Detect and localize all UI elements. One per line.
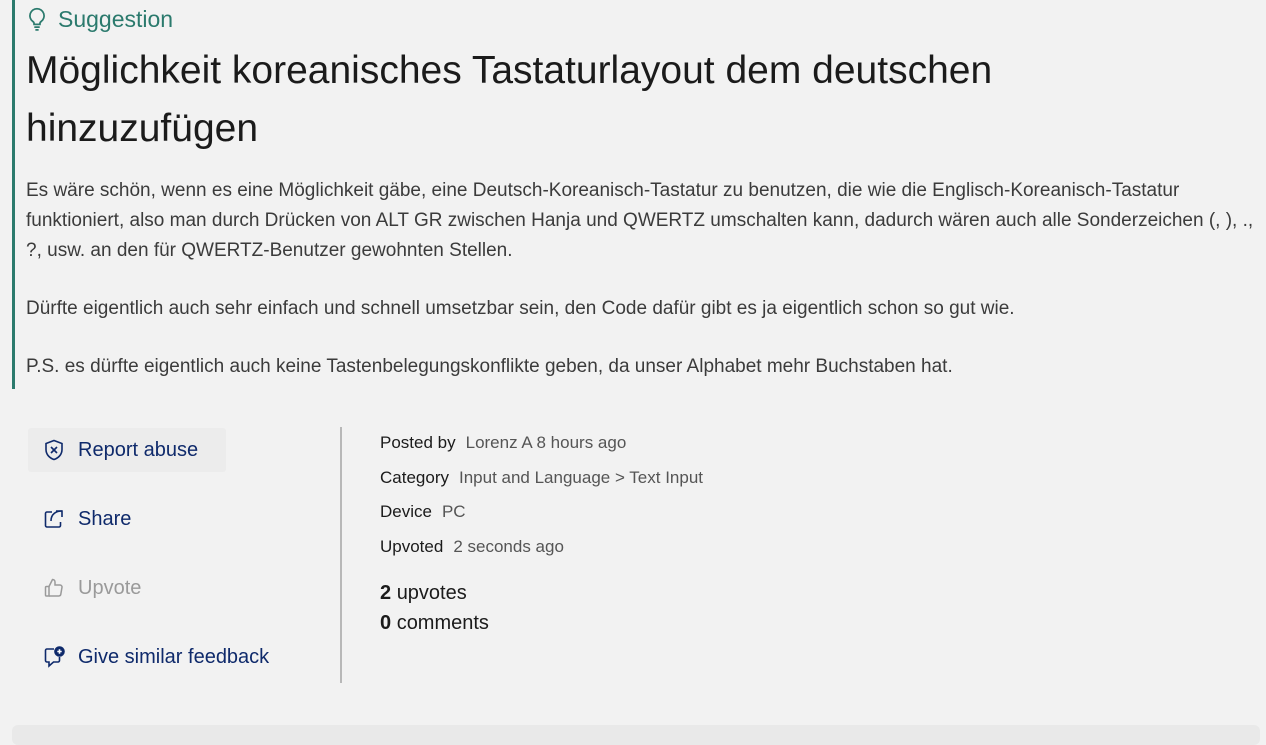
upvote-count: 2 upvotes (380, 582, 467, 604)
meta-posted-by: Posted by Lorenz A 8 hours ago (380, 433, 627, 453)
author-link[interactable]: Lorenz A 8 hours ago (466, 433, 627, 453)
feedback-add-icon (44, 646, 65, 668)
post-counts: 2 upvotes 0 comments (380, 578, 703, 638)
share-icon (44, 510, 63, 528)
post-paragraph: Dürfte eigentlich auch sehr einfach und … (26, 298, 1015, 319)
comment-count: 0 comments (380, 612, 489, 634)
post-title: Möglichkeit koreanisches Tastaturlayout … (26, 49, 993, 150)
post-type: Suggestion (26, 0, 1266, 38)
report-abuse-label: Report abuse (78, 438, 199, 461)
meta-category: Category Input and Language > Text Input (380, 467, 704, 488)
post-paragraph: P.S. es dürfte eigentlich auch keine Tas… (26, 356, 953, 377)
give-similar-feedback-label: Give similar feedback (78, 645, 270, 668)
share-label: Share (78, 507, 132, 530)
report-abuse-button[interactable]: Report abuse (28, 428, 226, 472)
post-paragraph: Es wäre schön, wenn es eine Möglichkeit … (26, 180, 1254, 261)
give-similar-feedback-button[interactable]: Give similar feedback (28, 635, 298, 679)
vertical-divider (340, 427, 342, 683)
meta-upvoted: Upvoted 2 seconds ago (380, 536, 564, 556)
shield-x-icon (45, 439, 63, 461)
upvote-button[interactable]: Upvote (28, 566, 226, 610)
upvote-label: Upvote (78, 576, 142, 599)
thumbs-up-icon (44, 578, 63, 597)
post-actions: Report abuse Share Upvote Give similar f… (28, 428, 328, 704)
category-link[interactable]: Input and Language > Text Input (459, 468, 703, 488)
lightbulb-icon (29, 7, 45, 31)
meta-device: Device PC (380, 502, 466, 522)
feedback-post: Suggestion Möglichkeit koreanisches Tast… (12, 0, 1266, 389)
post-type-label: Suggestion (58, 5, 174, 32)
post-meta: Posted by Lorenz A 8 hours ago Category … (380, 426, 703, 638)
next-section-card (12, 725, 1260, 745)
post-body: Es wäre schön, wenn es eine Möglichkeit … (26, 176, 1254, 382)
share-button[interactable]: Share (28, 497, 226, 541)
